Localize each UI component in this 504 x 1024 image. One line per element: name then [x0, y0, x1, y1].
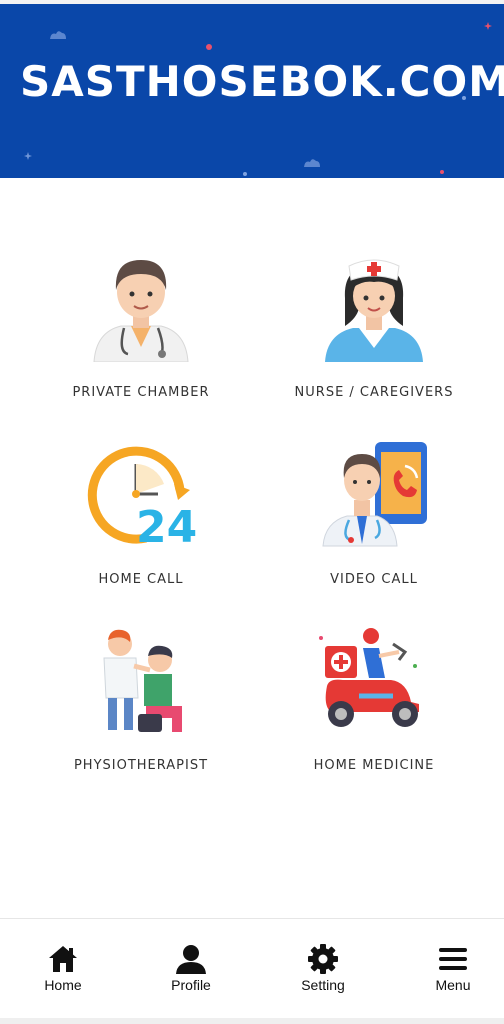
- service-nurse-caregivers[interactable]: NURSE / CAREGIVERS: [248, 252, 500, 438]
- service-home-call[interactable]: 24 HOME CALL: [15, 440, 267, 626]
- service-label: VIDEO CALL: [330, 572, 418, 587]
- dot-decoration: [206, 44, 212, 50]
- video-call-doctor-icon: [322, 442, 427, 547]
- service-label: PRIVATE CHAMBER: [72, 385, 210, 400]
- service-label: PHYSIOTHERAPIST: [73, 758, 209, 773]
- dot-decoration: [243, 172, 247, 176]
- doctor-icon: [93, 260, 189, 362]
- menu-icon: [439, 948, 467, 970]
- site-title: SASTHOSEBOK.COM: [20, 57, 504, 106]
- services-grid: PRIVATE CHAMBER NURSE / CAREGIVERS 24 HO…: [0, 178, 504, 918]
- star-decoration: [24, 152, 32, 160]
- service-private-chamber[interactable]: PRIVATE CHAMBER: [15, 252, 267, 438]
- nav-setting[interactable]: Setting: [260, 919, 386, 1019]
- service-video-call[interactable]: VIDEO CALL: [248, 440, 500, 626]
- svg-text:24: 24: [136, 502, 196, 550]
- cloud-decoration: [50, 31, 66, 39]
- delivery-scooter-icon: [319, 628, 419, 727]
- service-label: HOME CALL: [98, 572, 184, 587]
- bottom-strip: [0, 1018, 504, 1024]
- nav-menu[interactable]: Menu: [390, 919, 504, 1019]
- dot-decoration: [440, 170, 444, 174]
- gear-icon: [308, 944, 338, 974]
- nav-profile[interactable]: Profile: [128, 919, 254, 1019]
- clock-24-icon: 24: [87, 446, 196, 550]
- bottom-nav: Home Profile Setting Menu: [0, 918, 504, 1019]
- profile-icon: [176, 945, 206, 974]
- nurse-icon: [325, 259, 423, 362]
- nav-label: Setting: [301, 977, 345, 993]
- service-physiotherapist[interactable]: PHYSIOTHERAPIST: [15, 626, 267, 812]
- physiotherapist-icon: [103, 629, 182, 732]
- nav-label: Menu: [435, 977, 471, 993]
- service-label: NURSE / CAREGIVERS: [294, 385, 454, 400]
- header-banner: SASTHOSEBOK.COM: [0, 4, 504, 178]
- service-label: HOME MEDICINE: [313, 758, 435, 773]
- home-icon: [49, 946, 77, 972]
- nav-label: Home: [44, 977, 82, 993]
- nav-home[interactable]: Home: [0, 919, 126, 1019]
- nav-label: Profile: [171, 977, 211, 993]
- star-decoration: [484, 22, 492, 30]
- service-home-medicine[interactable]: HOME MEDICINE: [248, 626, 500, 812]
- cloud-decoration: [304, 159, 320, 167]
